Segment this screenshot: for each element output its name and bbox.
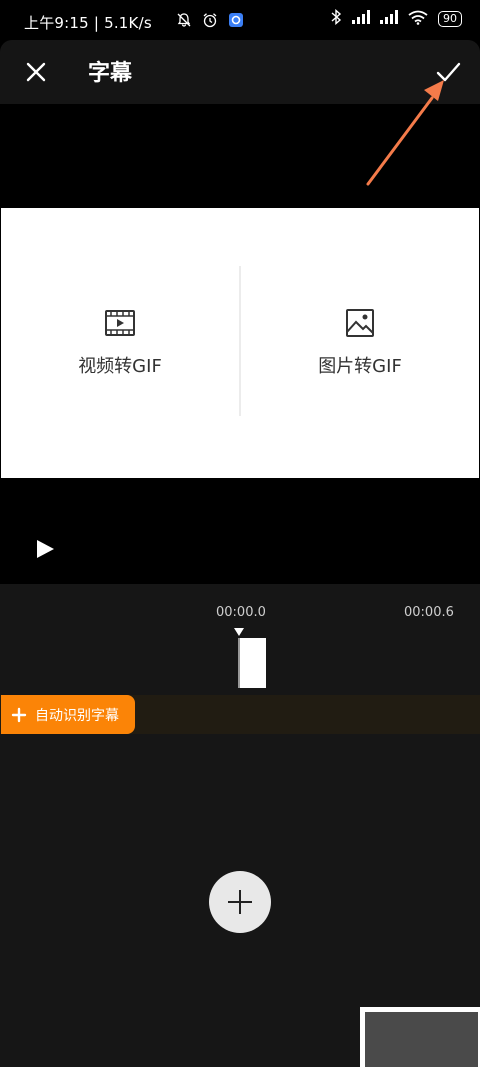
status-time-speed: 上午9:15 | 5.1K/s [24, 14, 152, 32]
battery-level: 90 [443, 12, 457, 25]
timeline-panel: 00:00.0 00:00.6 自动识别字幕 [0, 584, 480, 1067]
close-button[interactable] [22, 58, 50, 86]
plus-icon [228, 890, 252, 914]
video-frame: 视频转GIF 图片转GIF [1, 208, 479, 478]
playhead-marker[interactable] [234, 628, 244, 636]
status-bar: 上午9:15 | 5.1K/s 90 [0, 0, 480, 40]
auto-subtitle-button[interactable]: 自动识别字幕 [1, 695, 135, 734]
timeline-start-time: 00:00.0 [216, 605, 266, 620]
auto-subtitle-label: 自动识别字幕 [35, 707, 119, 724]
video-preview-top [0, 104, 480, 208]
timeline-end-time: 00:00.6 [404, 605, 454, 620]
confirm-button[interactable] [434, 58, 462, 86]
mute-bell-icon [176, 12, 192, 32]
film-play-icon [105, 310, 135, 336]
bluetooth-icon [330, 8, 342, 29]
signal-icon [380, 10, 398, 28]
thumbnail-image [365, 1012, 478, 1067]
image-icon [346, 309, 374, 337]
alarm-icon [202, 12, 218, 32]
floating-preview-thumbnail [360, 1007, 480, 1067]
play-icon [37, 540, 54, 558]
video-to-gif-option[interactable]: 视频转GIF [1, 308, 239, 378]
plus-icon [11, 707, 27, 722]
check-icon [436, 62, 461, 82]
add-subtitle-button[interactable] [209, 871, 271, 933]
app-notification-icon [228, 12, 244, 32]
battery-icon: 90 [438, 11, 462, 27]
close-icon [26, 62, 46, 82]
signal-icon [352, 10, 370, 28]
video-preview-bottom [0, 478, 480, 584]
image-to-gif-label: 图片转GIF [318, 356, 402, 377]
video-to-gif-label: 视频转GIF [78, 356, 162, 377]
page-title: 字幕 [88, 61, 133, 86]
play-button[interactable] [34, 538, 56, 560]
editor-header: 字幕 [0, 40, 480, 104]
video-clip-thumbnail[interactable] [238, 638, 266, 688]
image-to-gif-option[interactable]: 图片转GIF [241, 308, 479, 378]
wifi-icon [408, 10, 428, 29]
